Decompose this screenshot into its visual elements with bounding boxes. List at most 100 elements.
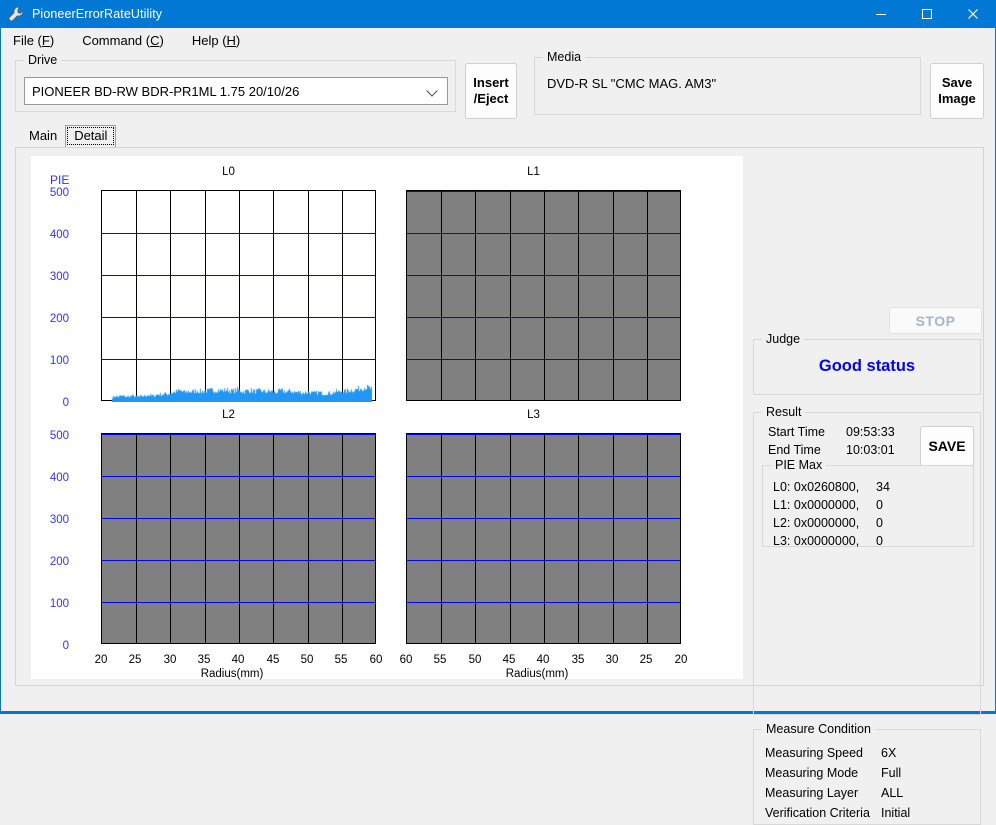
judge-status-value: Good status	[818, 357, 916, 375]
x-tick-right-3: 45	[502, 654, 516, 666]
tab-main[interactable]: Main	[21, 126, 65, 147]
measuring-speed-row: Measuring Speed 6X	[765, 746, 897, 760]
drive-select[interactable]: PIONEER BD-RW BDR-PR1ML 1.75 20/10/26	[24, 77, 448, 105]
save-image-line2: Image	[938, 91, 976, 106]
x-tick-right-4: 40	[536, 654, 550, 666]
tab-detail[interactable]: Detail	[65, 125, 117, 147]
result-group-legend: Result	[762, 405, 806, 419]
y-tick-top-100: 100	[49, 355, 69, 367]
x-tick-right-1: 55	[433, 654, 447, 666]
result-group: Result Start Time 09:53:33 End Time 10:0…	[753, 405, 981, 715]
app-window: PioneerErrorRateUtility File (F) Command…	[0, 0, 996, 825]
y-tick-bot-0: 0	[62, 640, 69, 652]
media-value: DVD-R SL "CMC MAG. AM3"	[547, 76, 717, 91]
start-time-label: Start Time	[768, 425, 825, 439]
y-tick-top-300: 300	[49, 271, 69, 283]
pie-max-row-l3: L3: 0x0000000, 0	[773, 534, 883, 548]
tab-strip: Main Detail	[21, 125, 117, 147]
chart-l0-title: L0	[222, 166, 235, 178]
end-time-value: 10:03:01	[846, 443, 895, 457]
chart-l1: L1	[386, 166, 681, 406]
menu-item-help[interactable]: Help (H)	[192, 33, 240, 48]
maximize-icon[interactable]	[904, 0, 950, 28]
window-controls	[858, 0, 996, 28]
verification-criteria-row: Verification Criteria Initial	[765, 806, 911, 820]
x-tick-left-3: 35	[197, 654, 211, 666]
chart-l3: L3	[386, 409, 681, 649]
pie-max-row-l2: L2: 0x0000000, 0	[773, 516, 883, 530]
y-tick-bot-400: 400	[49, 472, 69, 484]
insert-eject-line2: /Eject	[473, 91, 509, 106]
x-tick-right-6: 30	[605, 654, 619, 666]
measure-condition-group: Measure Condition Measuring Speed 6X Meas…	[753, 722, 981, 825]
insert-eject-line1: Insert	[473, 75, 509, 90]
chevron-down-icon	[427, 85, 439, 97]
pie-max-group: PIE Max L0: 0x0260800, 34 L1: 0x0000000, 0…	[762, 458, 974, 548]
x-tick-left-1: 25	[128, 654, 142, 666]
save-button[interactable]: SAVE	[920, 426, 974, 466]
x-tick-left-4: 40	[231, 654, 245, 666]
menu-item-file[interactable]: File (F)	[13, 33, 54, 48]
wrench-icon	[7, 5, 25, 23]
menu-item-command[interactable]: Command (C)	[82, 33, 164, 48]
close-icon[interactable]	[950, 0, 996, 28]
x-tick-right-8: 20	[674, 654, 688, 666]
pie-axis-title: PIE	[50, 173, 70, 187]
chart-l3-title: L3	[527, 409, 540, 421]
minimize-icon[interactable]	[858, 0, 904, 28]
chart-l0-plot	[101, 190, 377, 402]
y-tick-bot-300: 300	[49, 514, 69, 526]
chart-l1-title: L1	[527, 166, 540, 178]
judge-group: Judge Good status	[753, 332, 981, 395]
measure-condition-legend: Measure Condition	[762, 722, 875, 736]
save-image-button[interactable]: Save Image	[930, 63, 984, 119]
chart-l0-series	[102, 191, 377, 402]
drive-group-legend: Drive	[24, 53, 62, 67]
insert-eject-button[interactable]: Insert /Eject	[465, 63, 517, 119]
y-tick-bot-100: 100	[49, 598, 69, 610]
y-tick-top-500: 500	[49, 187, 69, 199]
window-title: PioneerErrorRateUtility	[32, 7, 163, 21]
drive-group: Drive PIONEER BD-RW BDR-PR1ML 1.75 20/10…	[15, 53, 456, 112]
title-bar: PioneerErrorRateUtility	[0, 0, 996, 28]
chart-l2-title: L2	[222, 409, 235, 421]
y-tick-bot-500: 500	[49, 430, 69, 442]
tab-page-detail: PIE 500 400 300 200 100 0 500 400 300 20…	[15, 147, 984, 825]
save-image-line1: Save	[941, 75, 973, 90]
chart-panel: PIE 500 400 300 200 100 0 500 400 300 20…	[31, 156, 743, 680]
x-tick-left-7: 55	[334, 654, 348, 666]
x-tick-left-0: 20	[94, 654, 108, 666]
media-group-legend: Media	[543, 50, 586, 64]
chart-l2-plot	[101, 433, 376, 644]
pie-max-row-l1: L1: 0x0000000, 0	[773, 498, 883, 512]
y-tick-top-0: 0	[62, 397, 69, 409]
x-tick-left-8: 60	[369, 654, 383, 666]
end-time-label: End Time	[768, 443, 821, 457]
x-tick-right-5: 35	[571, 654, 585, 666]
chart-l3-plot	[406, 433, 681, 644]
chart-l1-plot	[406, 190, 681, 401]
x-tick-right-2: 50	[468, 654, 482, 666]
x-tick-left-5: 45	[266, 654, 280, 666]
start-time-value: 09:53:33	[846, 425, 895, 439]
x-tick-right-0: 60	[399, 654, 413, 666]
judge-group-legend: Judge	[762, 332, 805, 346]
x-tick-left-6: 50	[300, 654, 314, 666]
x-tick-right-7: 25	[639, 654, 653, 666]
media-group: Media DVD-R SL "CMC MAG. AM3"	[534, 50, 921, 115]
y-tick-top-200: 200	[49, 313, 69, 325]
stop-button[interactable]: STOP	[889, 307, 982, 334]
drive-select-value: PIONEER BD-RW BDR-PR1ML 1.75 20/10/26	[32, 83, 300, 99]
measuring-mode-row: Measuring Mode Full	[765, 766, 902, 780]
x-axis-title-right: Radius(mm)	[505, 668, 569, 680]
menu-bar: File (F) Command (C) Help (H)	[1, 28, 995, 52]
chart-l2: L2	[81, 409, 376, 649]
pie-max-row-l0: L0: 0x0260800, 34	[773, 480, 890, 494]
x-tick-left-2: 30	[163, 654, 177, 666]
pie-max-legend: PIE Max	[771, 458, 827, 472]
chart-l0: L0	[81, 166, 377, 406]
measuring-layer-row: Measuring Layer ALL	[765, 786, 904, 800]
y-tick-bot-200: 200	[49, 556, 69, 568]
x-axis-title-left: Radius(mm)	[200, 668, 264, 680]
y-tick-top-400: 400	[49, 229, 69, 241]
